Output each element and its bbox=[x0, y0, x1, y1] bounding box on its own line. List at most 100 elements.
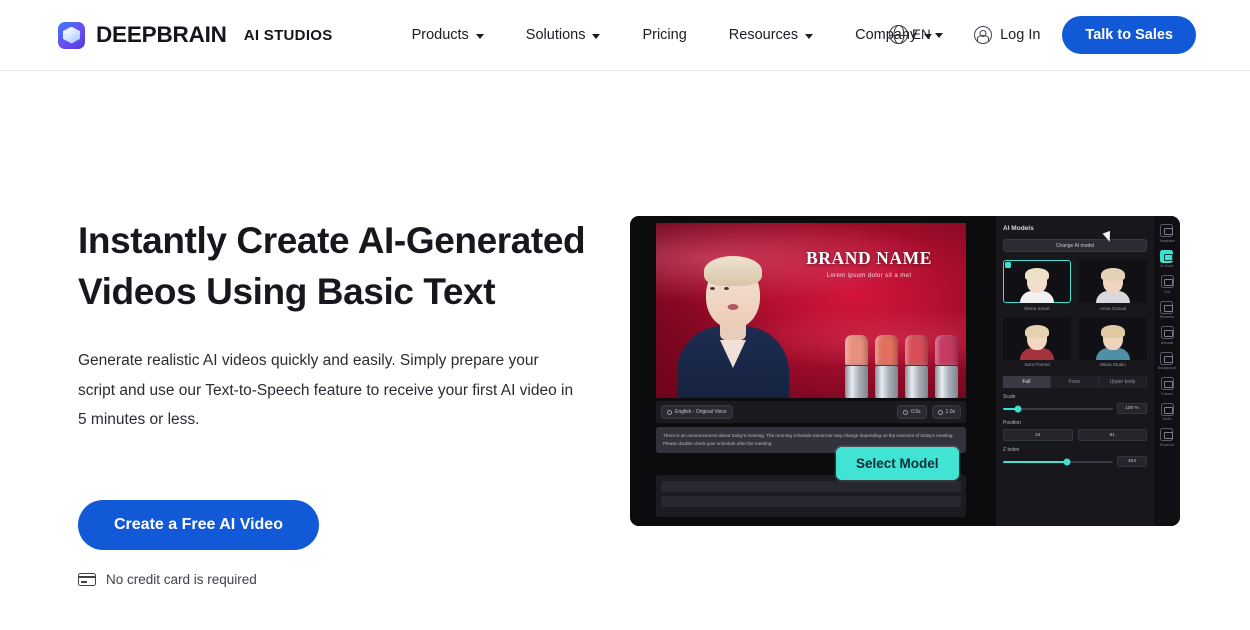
ai-model-thumbnail bbox=[1003, 316, 1071, 360]
ai-models-panel-title: AI Models bbox=[1003, 225, 1034, 232]
position-x-field[interactable]: 24 bbox=[1003, 429, 1073, 441]
timeline-track[interactable] bbox=[661, 496, 961, 507]
scale-control: 100 % bbox=[1003, 403, 1147, 414]
rail-label: Templates bbox=[1159, 238, 1175, 243]
user-circle-icon bbox=[974, 26, 993, 44]
chevron-down-icon bbox=[805, 33, 814, 39]
ai-model-thumbnail bbox=[1079, 316, 1147, 360]
nav-item-solutions[interactable]: Solutions bbox=[505, 27, 622, 43]
video-brand-title-block: BRAND NAME Lorem ipsum dolor sit a met bbox=[783, 248, 955, 279]
tab-face[interactable]: Face bbox=[1051, 376, 1099, 388]
tab-upper-body[interactable]: Upper body bbox=[1099, 376, 1147, 388]
brand-name: DEEPBRAIN bbox=[96, 22, 227, 47]
nav-item-resources[interactable]: Resources bbox=[708, 27, 834, 43]
ai-model-card[interactable]: Elena Smart bbox=[1003, 260, 1071, 311]
templates-icon bbox=[1160, 224, 1174, 237]
rail-label: Audio bbox=[1162, 417, 1172, 421]
position-y-field[interactable]: 61 bbox=[1077, 429, 1147, 441]
ai-models-panel: AI Models Change AI model Elena Smart An… bbox=[996, 216, 1154, 526]
timeline-panel[interactable] bbox=[656, 475, 966, 517]
duration-label: 0.5s bbox=[911, 409, 921, 415]
timeline-track[interactable] bbox=[661, 481, 961, 492]
rail-item-uploads[interactable]: Uploads bbox=[1160, 326, 1174, 345]
chevron-down-icon bbox=[592, 33, 601, 39]
tab-full[interactable]: Full bbox=[1003, 376, 1051, 388]
text-icon bbox=[1160, 275, 1174, 288]
brand-logo[interactable]: DEEPBRAIN AI STUDIOS bbox=[58, 21, 333, 49]
ai-model-name: Sara Formal bbox=[1024, 362, 1050, 367]
crop-mode-tabs: Full Face Upper body bbox=[1003, 376, 1147, 388]
hero-copy: Instantly Create AI-Generated Videos Usi… bbox=[78, 216, 598, 587]
scale-label: Scale bbox=[1003, 394, 1016, 400]
speed-icon bbox=[937, 409, 943, 415]
editor-mockup: BRAND NAME Lorem ipsum dolor sit a met E… bbox=[630, 216, 1180, 526]
rail-item-background[interactable]: Background bbox=[1157, 351, 1177, 370]
chevron-down-icon bbox=[475, 33, 484, 39]
rail-label: Brand kit bbox=[1160, 442, 1174, 447]
no-credit-card-note: No credit card is required bbox=[78, 572, 598, 587]
scale-value[interactable]: 100 % bbox=[1117, 403, 1147, 414]
select-model-button[interactable]: Select Model bbox=[836, 447, 959, 480]
rail-item-text[interactable]: Text bbox=[1160, 275, 1174, 294]
language-selector[interactable]: EN bbox=[888, 25, 943, 44]
create-free-ai-video-button[interactable]: Create a Free AI Video bbox=[78, 499, 319, 550]
lipstick-item bbox=[935, 335, 958, 398]
nav-label-products: Products bbox=[411, 27, 469, 43]
selected-check-icon bbox=[1005, 262, 1011, 268]
video-canvas[interactable]: BRAND NAME Lorem ipsum dolor sit a met bbox=[656, 223, 966, 398]
talk-to-sales-button[interactable]: Talk to Sales bbox=[1062, 16, 1196, 54]
lipstick-item bbox=[845, 335, 868, 398]
uploads-icon bbox=[1160, 326, 1174, 339]
zindex-value[interactable]: 404 bbox=[1117, 456, 1147, 467]
video-brand-subtitle: Lorem ipsum dolor sit a met bbox=[826, 273, 912, 279]
video-toolbar: English - Original Voice 0.5s 1.0x bbox=[656, 401, 966, 423]
clock-icon bbox=[903, 409, 909, 415]
ai-model-grid: Elena Smart Anna Casual Sara Formal Mari… bbox=[1003, 260, 1147, 367]
ai-model-card[interactable]: Maria Studio bbox=[1079, 316, 1147, 367]
page-title: Instantly Create AI-Generated Videos Usi… bbox=[78, 220, 586, 312]
nav-item-products[interactable]: Products bbox=[391, 27, 505, 43]
duration-pill[interactable]: 0.5s bbox=[897, 405, 927, 419]
ai-model-name: Maria Studio bbox=[1100, 362, 1126, 367]
ai-model-name: Anna Casual bbox=[1099, 305, 1127, 311]
zindex-control: 404 bbox=[1003, 456, 1147, 467]
deepbrain-cube-logo-icon bbox=[58, 21, 85, 49]
ai-model-thumbnail bbox=[1003, 260, 1071, 303]
ai-model-thumbnail bbox=[1079, 260, 1147, 303]
credit-card-icon bbox=[78, 572, 96, 586]
login-label: Log In bbox=[1000, 27, 1041, 43]
zindex-label: Z index bbox=[1003, 447, 1020, 453]
nav-item-pricing[interactable]: Pricing bbox=[621, 27, 707, 43]
nav-label-resources: Resources bbox=[728, 27, 799, 43]
rail-item-elements[interactable]: Elements bbox=[1159, 300, 1175, 319]
rail-item-frames[interactable]: Frames bbox=[1160, 377, 1174, 396]
scale-slider[interactable] bbox=[1003, 405, 1113, 412]
ai-model-card[interactable]: Sara Formal bbox=[1003, 316, 1071, 367]
rail-item-ai-model[interactable]: AI Model bbox=[1160, 249, 1174, 268]
ai-model-card[interactable]: Anna Casual bbox=[1079, 260, 1147, 311]
speed-pill[interactable]: 1.0x bbox=[931, 405, 961, 419]
rail-label: Frames bbox=[1161, 391, 1173, 396]
position-control: 24 61 bbox=[1003, 429, 1147, 441]
login-button[interactable]: Log In bbox=[974, 26, 1040, 44]
position-label: Position bbox=[1003, 420, 1021, 426]
frames-icon bbox=[1160, 377, 1174, 390]
voice-selector-pill[interactable]: English - Original Voice bbox=[661, 405, 733, 419]
rail-label: AI Model bbox=[1160, 264, 1174, 268]
rail-item-templates[interactable]: Templates bbox=[1159, 224, 1175, 243]
rail-label: Background bbox=[1157, 366, 1177, 370]
video-brand-title: BRAND NAME bbox=[805, 248, 933, 268]
site-header: DEEPBRAIN AI STUDIOS Products Solutions … bbox=[0, 0, 1250, 71]
rail-item-audio[interactable]: Audio bbox=[1160, 402, 1174, 421]
globe-icon bbox=[888, 25, 909, 44]
change-ai-model-button[interactable]: Change AI model bbox=[1003, 239, 1147, 252]
rail-item-brand-kit[interactable]: Brand kit bbox=[1160, 428, 1174, 447]
rail-label: Text bbox=[1163, 289, 1171, 294]
zindex-slider[interactable] bbox=[1003, 458, 1113, 465]
hero-subcopy: Generate realistic AI videos quickly and… bbox=[78, 352, 574, 428]
rail-label: Elements bbox=[1159, 315, 1175, 319]
rail-label: Uploads bbox=[1160, 340, 1174, 345]
speed-label: 1.0x bbox=[945, 409, 955, 415]
ai-model-name: Elena Smart bbox=[1024, 305, 1050, 311]
brand-kit-icon bbox=[1160, 428, 1174, 441]
